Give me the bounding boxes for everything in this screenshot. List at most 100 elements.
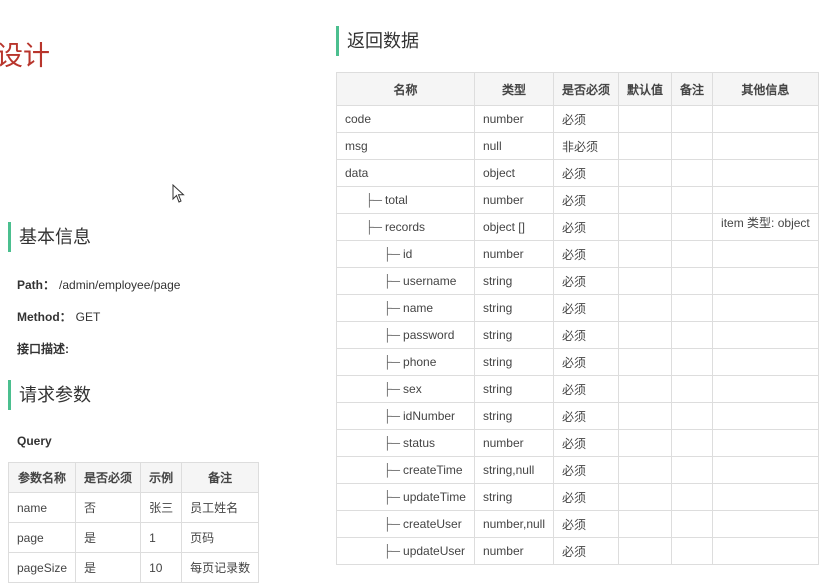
basic-info-heading: 基本信息 (8, 222, 91, 252)
table-row: ├─ updateTime string 必须 (336, 483, 819, 511)
field-other-cell (712, 321, 819, 349)
field-default-cell (618, 510, 673, 538)
table-cell: name (7, 492, 77, 523)
table-cell: page (7, 522, 77, 553)
method-line: Method： GET (17, 308, 100, 325)
field-other-cell (712, 132, 819, 160)
field-type-cell: object (473, 159, 555, 187)
field-other-cell (712, 294, 819, 322)
field-other-cell (712, 510, 819, 538)
field-type-cell: number,null (473, 510, 555, 538)
field-required-cell: 非必须 (552, 132, 620, 160)
table-row: ├─ phone string 必须 (336, 348, 819, 376)
field-note-cell (671, 375, 714, 403)
field-type-cell: null (473, 132, 555, 160)
response-column-header: 名称 (336, 72, 475, 106)
field-name: password (403, 328, 455, 342)
tree-branch-glyph: ├─ (383, 247, 401, 261)
tree-branch-glyph: ├─ (383, 382, 401, 396)
field-other-cell (712, 537, 819, 565)
tree-branch-glyph: ├─ (383, 274, 401, 288)
table-row: page 是 1 页码 (7, 522, 260, 553)
field-note-cell (671, 240, 714, 268)
field-name: createTime (403, 463, 463, 477)
field-default-cell (618, 456, 673, 484)
tree-branch-glyph: ├─ (383, 436, 401, 450)
field-note-cell (671, 348, 714, 376)
field-type-cell: string (473, 321, 555, 349)
field-note-cell (671, 267, 714, 295)
field-name-cell: ├─ total (336, 186, 475, 214)
tree-branch-glyph: ├─ (383, 409, 401, 423)
method-label: Method： (17, 310, 72, 324)
field-name-cell: data (336, 159, 475, 187)
field-required-cell: 必须 (552, 321, 620, 349)
field-type-cell: string (473, 348, 555, 376)
table-cell: 10 (140, 552, 183, 583)
request-column-header: 备注 (181, 462, 260, 493)
field-name-cell: ├─ createUser (336, 510, 475, 538)
field-default-cell (618, 429, 673, 457)
field-note-cell (671, 186, 714, 214)
field-type-cell: string (473, 267, 555, 295)
field-required-cell: 必须 (552, 510, 620, 538)
field-default-cell (618, 240, 673, 268)
field-default-cell (618, 159, 673, 187)
table-cell: 员工姓名 (181, 492, 260, 523)
field-other-cell (712, 429, 819, 457)
field-type-cell: number (473, 429, 555, 457)
table-cell: 是 (75, 552, 142, 583)
field-note-cell (671, 483, 714, 511)
field-name-cell: ├─ name (336, 294, 475, 322)
field-type-cell: number (473, 105, 555, 133)
tree-branch-glyph: ├─ (383, 301, 401, 315)
table-row: ├─ createTime string,null 必须 (336, 456, 819, 484)
field-other-cell (712, 456, 819, 484)
field-type-cell: object [] (473, 213, 555, 241)
tree-branch-glyph: ├─ (365, 220, 383, 234)
field-type-cell: string (473, 402, 555, 430)
field-required-cell: 必须 (552, 105, 620, 133)
field-name: username (403, 274, 457, 288)
field-name: id (403, 247, 413, 261)
field-name: msg (345, 139, 368, 153)
field-other-cell (712, 402, 819, 430)
field-note-cell (671, 321, 714, 349)
table-cell: 是 (75, 522, 142, 553)
response-column-header: 备注 (671, 72, 714, 106)
field-required-cell: 必须 (552, 348, 620, 376)
request-column-header: 示例 (140, 462, 183, 493)
table-cell: 1 (140, 522, 183, 553)
field-required-cell: 必须 (552, 456, 620, 484)
field-required-cell: 必须 (552, 213, 620, 241)
table-cell: 张三 (140, 492, 183, 523)
field-name-cell: ├─ password (336, 321, 475, 349)
path-label: Path： (17, 278, 56, 292)
table-row: ├─ sex string 必须 (336, 375, 819, 403)
path-value: /admin/employee/page (59, 278, 181, 292)
query-label: Query (17, 434, 52, 448)
field-required-cell: 必须 (552, 240, 620, 268)
field-name-cell: msg (336, 132, 475, 160)
tree-branch-glyph: ├─ (383, 490, 401, 504)
field-default-cell (618, 321, 673, 349)
response-column-header: 默认值 (618, 72, 673, 106)
table-row: ├─ records object [] 必须 item 类型: object (336, 213, 819, 241)
field-name: records (385, 220, 426, 234)
field-default-cell (618, 213, 673, 241)
table-cell: pageSize (7, 552, 77, 583)
table-row: code number 必须 (336, 105, 819, 133)
field-name-cell: ├─ updateUser (336, 537, 475, 565)
field-other-cell (712, 159, 819, 187)
field-name: updateTime (403, 490, 466, 504)
field-default-cell (618, 294, 673, 322)
field-name: total (385, 193, 408, 207)
field-default-cell (618, 375, 673, 403)
field-default-cell (618, 537, 673, 565)
field-required-cell: 必须 (552, 537, 620, 565)
field-name: idNumber (403, 409, 456, 423)
field-name-cell: ├─ sex (336, 375, 475, 403)
table-row: name 否张三 员工姓名 (7, 492, 260, 523)
field-other-cell (712, 105, 819, 133)
description-line: 接口描述: (17, 340, 69, 357)
